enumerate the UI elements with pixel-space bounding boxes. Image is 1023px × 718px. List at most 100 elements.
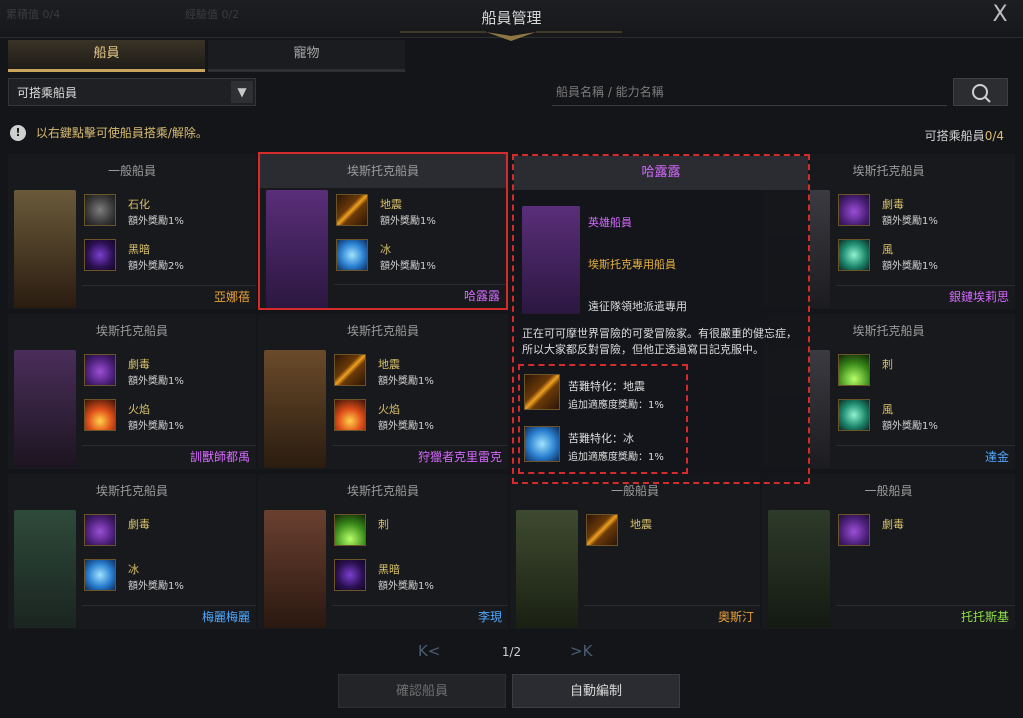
crew-skill: 劇毒 額外獎勵1% (838, 194, 1008, 234)
search-field (552, 78, 947, 106)
darkness-icon (84, 239, 116, 271)
crew-name: 李現 (477, 610, 502, 624)
skill-name: 地震 (378, 358, 400, 371)
crew-grade: 埃斯托克船員 (346, 484, 419, 498)
thorn-icon (838, 354, 870, 386)
thorn-icon (334, 514, 366, 546)
info-icon: ! (10, 124, 26, 141)
crew-grade: 埃斯托克船員 (260, 154, 506, 188)
skill-name: 風 (882, 403, 893, 416)
skill-name: 地震 (380, 198, 402, 211)
wind-icon (838, 399, 870, 431)
count-label: 可搭乘船員 (924, 129, 985, 143)
crew-card[interactable]: 一般船員 劇毒 托托斯基 (762, 474, 1015, 629)
pager: K< 1/2 >K (0, 642, 1023, 664)
crew-skill: 劇毒 額外獎勵1% (84, 354, 254, 394)
poison-icon (838, 194, 870, 226)
crew-grade: 埃斯托克船員 (95, 484, 168, 498)
tab-pets[interactable]: 寵物 (208, 40, 405, 72)
crew-skill: 地震 額外獎勵1% (336, 194, 506, 234)
crew-portrait (14, 190, 76, 308)
crew-detail-tooltip: 哈露露 英雄船員 埃斯托克專用船員 遠征隊領地派遣專用 正在可可摩世界冒險的可愛… (512, 154, 810, 484)
crew-name: 哈露露 (463, 289, 500, 303)
skill-name: 苦難特化：地震 (568, 380, 645, 393)
crew-name: 狩獵者克里雷克 (417, 450, 502, 464)
crew-portrait (266, 190, 328, 308)
wind-icon (838, 239, 870, 271)
crew-name: 亞娜蓓 (213, 290, 250, 304)
search-button[interactable] (953, 78, 1008, 106)
chevron-down-icon[interactable]: ▼ (231, 81, 253, 103)
crew-card[interactable]: 埃斯托克船員 地震 額外獎勵1% 火焰 額外獎勵1% 狩獵者克里雷克 (258, 314, 508, 469)
skill-bonus: 額外獎勵1% (378, 376, 434, 387)
crew-filter-select[interactable]: 可搭乘船員 ▼ (8, 78, 256, 106)
title-bar: 累積值 0/4 經驗值 0/2 船員管理 X (0, 0, 1023, 41)
last-page-icon[interactable]: >K (570, 642, 592, 660)
skill-bonus: 額外獎勵1% (128, 421, 184, 432)
skill-name: 苦難特化：冰 (568, 432, 634, 445)
info-text: 以右鍵點擊可使船員搭乘/解除。 (35, 126, 208, 140)
confirm-crew-button[interactable]: 確認船員 (338, 674, 506, 708)
crew-skill: 黑暗 額外獎勵2% (84, 239, 254, 279)
skill-name: 冰 (380, 243, 391, 256)
skill-bonus: 額外獎勵1% (380, 216, 436, 227)
search-input[interactable] (552, 78, 947, 105)
crew-skill: 火焰 額外獎勵1% (84, 399, 254, 439)
earthquake-icon (334, 354, 366, 386)
skill-name: 劇毒 (128, 358, 150, 371)
skill-name: 火焰 (128, 403, 150, 416)
tooltip-exclusive: 埃斯托克專用船員 (588, 258, 676, 271)
skill-bonus: 額外獎勵1% (378, 581, 434, 592)
tooltip-role: 英雄船員 (588, 216, 632, 229)
crew-portrait (516, 510, 578, 628)
darkness-icon (334, 559, 366, 591)
crew-skill: 風 額外獎勵1% (838, 239, 1008, 279)
count-value: 0/4 (984, 129, 1004, 143)
crew-card[interactable]: 埃斯托克船員 劇毒 冰 額外獎勵1% 梅麗梅麗 (8, 474, 256, 629)
crew-grade: 埃斯托克船員 (346, 324, 419, 338)
crew-card-selected[interactable]: 埃斯托克船員 地震 額外獎勵1% 冰 額外獎勵1% 哈露露 (258, 152, 508, 310)
filter-selected-value: 可搭乘船員 (17, 86, 78, 100)
boardable-count: 可搭乘船員0/4 (925, 127, 1004, 144)
skill-bonus: 追加適應度獎勵：1% (568, 452, 664, 463)
window-title: 船員管理 (481, 9, 542, 27)
crew-portrait (264, 510, 326, 628)
skill-bonus: 額外獎勵1% (882, 421, 938, 432)
tab-crew[interactable]: 船員 (8, 40, 205, 72)
poison-icon (838, 514, 870, 546)
crew-card[interactable]: 一般船員 石化 額外獎勵1% 黑暗 額外獎勵2% 亞娜蓓 (8, 154, 256, 309)
skill-bonus: 額外獎勵1% (128, 581, 184, 592)
crew-grade: 埃斯托克船員 (95, 324, 168, 338)
skill-bonus: 額外獎勵1% (128, 216, 184, 227)
skill-bonus: 額外獎勵2% (128, 261, 184, 272)
info-hint: ! 以右鍵點擊可使船員搭乘/解除。 (10, 124, 208, 142)
auto-assign-button[interactable]: 自動編制 (512, 674, 680, 708)
skill-bonus: 額外獎勵1% (378, 421, 434, 432)
skill-name: 刺 (882, 358, 893, 371)
crew-card[interactable]: 埃斯托克船員 劇毒 額外獎勵1% 火焰 額外獎勵1% 訓獸師都禹 (8, 314, 256, 469)
crew-name: 達金 (984, 450, 1009, 464)
skill-bonus: 額外獎勵1% (882, 216, 938, 227)
crew-skill: 冰 額外獎勵1% (336, 239, 506, 279)
search-icon (972, 84, 991, 103)
crew-card[interactable]: 埃斯托克船員 刺 黑暗 額外獎勵1% 李現 (258, 474, 508, 629)
tooltip-skill: 苦難特化：地震 追加適應度獎勵：1% (524, 374, 684, 414)
crew-skill: 刺 (334, 514, 504, 554)
petrify-icon (84, 194, 116, 226)
skill-name: 黑暗 (128, 243, 150, 256)
skill-bonus: 追加適應度獎勵：1% (568, 400, 664, 411)
crew-card[interactable]: 一般船員 地震 奧斯汀 (510, 474, 760, 629)
title-ornament-icon (400, 31, 622, 41)
crew-name: 奧斯汀 (717, 610, 754, 624)
crew-skill: 石化 額外獎勵1% (84, 194, 254, 234)
page-indicator: 1/2 (501, 645, 522, 659)
crew-name: 托托斯基 (960, 610, 1009, 624)
skill-name: 石化 (128, 198, 150, 211)
poison-icon (84, 354, 116, 386)
crew-portrait (768, 510, 830, 628)
tooltip-description: 正在可可摩世界冒險的可愛冒險家。有很嚴重的健忘症，所以大家都反對冒險，但他正透過… (522, 327, 797, 356)
crew-name: 訓獸師都禹 (189, 450, 250, 464)
close-icon[interactable]: X (989, 4, 1011, 26)
crew-grade: 一般船員 (107, 164, 156, 178)
crew-skill: 地震 額外獎勵1% (334, 354, 504, 394)
